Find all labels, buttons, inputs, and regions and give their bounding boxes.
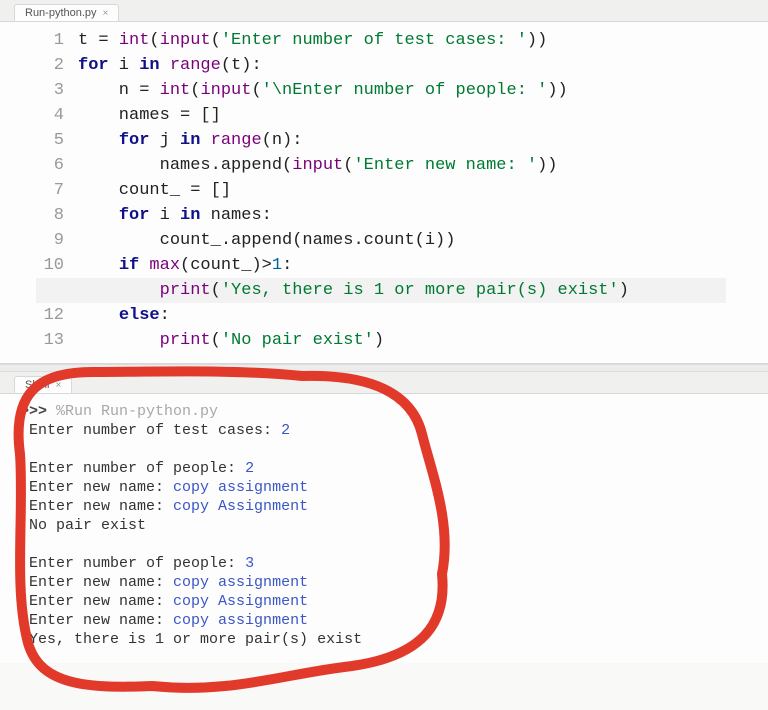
editor-tab-label: Run-python.py <box>25 7 97 19</box>
shell-prompt: >>> <box>20 403 47 420</box>
shell-tab[interactable]: Shell × <box>14 376 72 393</box>
shell-output[interactable]: >>> %Run Run-python.py Enter number of t… <box>0 394 768 663</box>
shell-tab-label: Shell <box>25 379 49 391</box>
close-icon[interactable]: × <box>55 380 61 391</box>
code-content[interactable]: t = int(input('Enter number of test case… <box>74 22 726 363</box>
code-editor[interactable]: 1 2 3 4 5 6 7 8 9 10 11 12 13 t = int(in… <box>0 22 768 364</box>
pane-divider[interactable] <box>0 364 768 372</box>
run-command: %Run Run-python.py <box>56 403 218 420</box>
line-gutter: 1 2 3 4 5 6 7 8 9 10 11 12 13 <box>0 22 74 363</box>
editor-tab[interactable]: Run-python.py × <box>14 4 119 21</box>
editor-tab-bar: Run-python.py × <box>0 0 768 22</box>
shell-tab-bar: Shell × <box>0 372 768 394</box>
close-icon[interactable]: × <box>103 8 109 19</box>
